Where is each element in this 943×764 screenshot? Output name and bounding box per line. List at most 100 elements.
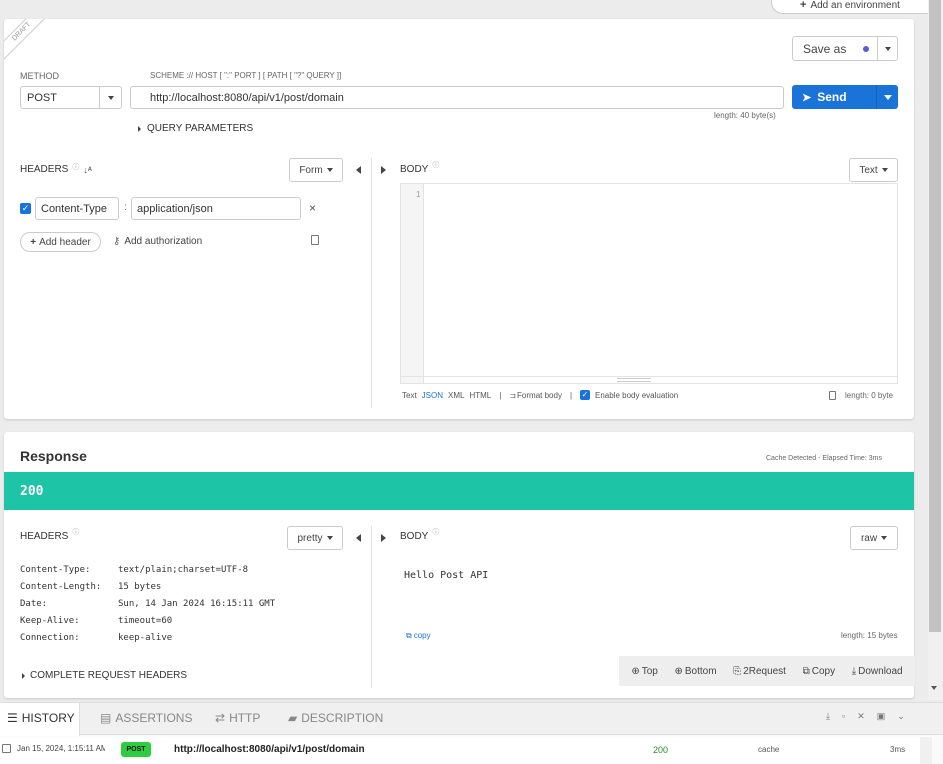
status-bar: 200 [4,472,914,510]
history-status: 200 [653,745,669,755]
header-enabled-checkbox[interactable]: ✓ [20,203,31,214]
send-dropdown[interactable] [876,85,898,109]
collapse-left-icon[interactable] [356,534,361,542]
trash-icon[interactable] [311,235,319,245]
bottom-button[interactable]: ⊕ Bottom [674,666,716,677]
add-authorization-link[interactable]: ⚷ Add authorization [113,236,202,247]
separator: | [569,390,573,400]
response-body-text: Hello Post API [404,570,489,581]
pretty-label: pretty [297,532,323,544]
download-button[interactable]: ⤓ Download [852,666,903,677]
save-as-dropdown[interactable] [877,36,898,61]
remove-header-icon[interactable]: × [309,201,316,215]
history-scrollbar[interactable] [920,737,932,764]
save-as-button[interactable]: Save as [792,36,878,61]
chevron-down-icon[interactable]: ⌄ [897,711,905,722]
to-request-button[interactable]: ⎘ 2Request [733,666,786,677]
resize-handle[interactable] [617,378,651,382]
body-length: length: 0 byte [845,391,894,400]
format-xml[interactable]: XML [448,391,464,400]
chevron-right-icon [138,125,141,132]
sort-icon[interactable]: ↓ᴬ [83,165,92,175]
chevron-down-icon [884,46,891,51]
chevron-down-icon [883,94,892,100]
copy-link[interactable]: ⧉ copy [406,631,431,641]
format-body-icon: ⊐ [509,390,517,400]
collapse-left-icon[interactable] [356,166,361,174]
tab-assertions[interactable]: ▤ ASSERTIONS [100,711,192,725]
header-colon: : [124,202,127,213]
method-select[interactable]: POST [20,86,122,109]
status-code: 200 [20,484,44,499]
response-header-row: Content-Length: 15 bytes [20,582,275,599]
exchange-icon: ⇄ [215,711,226,725]
expand-right-icon[interactable] [381,534,386,542]
resp-body-title: BODY ⓘ [400,529,439,542]
scroll-down-icon[interactable] [931,686,937,690]
expand-right-icon[interactable] [381,166,386,174]
top-button[interactable]: ⊕ Top [631,666,658,677]
pretty-button[interactable]: pretty [287,526,343,550]
copy-button[interactable]: ⧉ Copy [803,666,836,677]
format-text[interactable]: Text [402,391,417,400]
add-header-button[interactable]: + Add header [20,232,101,252]
text-button[interactable]: Text [849,158,898,182]
text-label: Text [859,164,878,176]
query-parameters-toggle[interactable]: QUERY PARAMETERS [138,123,253,134]
header-name-input[interactable]: Content-Type [35,197,119,220]
header-value-input[interactable]: application/json [131,197,301,220]
top-label: Top [641,665,658,677]
header-value-text: application/json [137,202,213,215]
send-label: Send [817,90,847,104]
format-body-link[interactable]: Format body [517,391,562,400]
url-value: http://localhost:8080/api/v1/post/domain [150,91,344,104]
download-icon[interactable]: ⤓ [826,711,830,722]
response-length: length: 15 bytes [841,631,898,640]
form-button[interactable]: Form [289,158,343,182]
header-name-value: Content-Type [41,202,108,215]
help-icon: ⓘ [432,529,440,536]
enable-eval-checkbox[interactable]: ✓ [580,390,591,400]
response-nav-toolbar: ⊕ Top ⊕ Bottom ⎘ 2Request ⧉ Copy ⤓ Download [619,656,915,686]
response-header-key: Keep-Alive: [20,616,80,626]
history-row-checkbox[interactable] [2,744,11,753]
help-icon: ⓘ [72,529,80,536]
response-header-value: timeout=60 [118,616,173,626]
url-length: length: 40 byte(s) [714,111,776,120]
clear-icon[interactable]: ▣ [877,711,886,722]
format-html[interactable]: HTML [469,391,491,400]
enable-eval-label: Enable body evaluation [595,390,679,400]
send-button[interactable]: ➤ Send [792,85,876,109]
tab-http[interactable]: ⇄ HTTP [215,711,260,725]
scrollbar-thumb[interactable] [929,0,941,632]
resp-headers-title: HEADERS ⓘ [20,529,79,542]
response-header-value: keep-alive [118,633,173,643]
close-icon[interactable]: ✕ [857,711,865,722]
response-title: Response [20,448,87,464]
window-icon[interactable]: ▫ [842,711,845,722]
draft-ribbon: DRAFT [4,19,56,66]
copy-icon: ⧉ [802,665,810,677]
response-headers-list: Content-Type: text/plain;charset=UTF-8 Co… [20,565,275,650]
editor-gutter [401,184,424,383]
response-header-key: Content-Length: [20,582,102,592]
tab-description[interactable]: ▰ DESCRIPTION [288,711,383,725]
body-title-label: BODY [400,164,429,175]
description-label: DESCRIPTION [301,711,384,725]
chevron-right-icon [22,672,25,679]
add-authorization-label: Add authorization [124,236,203,247]
history-time: 3ms [890,745,906,754]
body-editor[interactable]: 1 [400,183,898,384]
raw-button[interactable]: raw [850,526,898,550]
help-icon: ⓘ [72,163,80,171]
url-input[interactable]: http://localhost:8080/api/v1/post/domain [130,86,784,109]
body-trash-icon[interactable] [829,391,836,400]
method-dropdown-icon [99,87,121,108]
to-request-label: 2Request [743,665,786,677]
panel-divider [371,158,372,408]
resp-headers-label: HEADERS [20,531,69,542]
complete-headers-toggle[interactable]: COMPLETE REQUEST HEADERS [22,670,187,681]
add-environment-button[interactable]: + Add an environment [771,0,939,14]
history-date: Jan 15, 2024, 1:15:11 AM [17,744,105,753]
format-json[interactable]: JSON [422,391,443,400]
